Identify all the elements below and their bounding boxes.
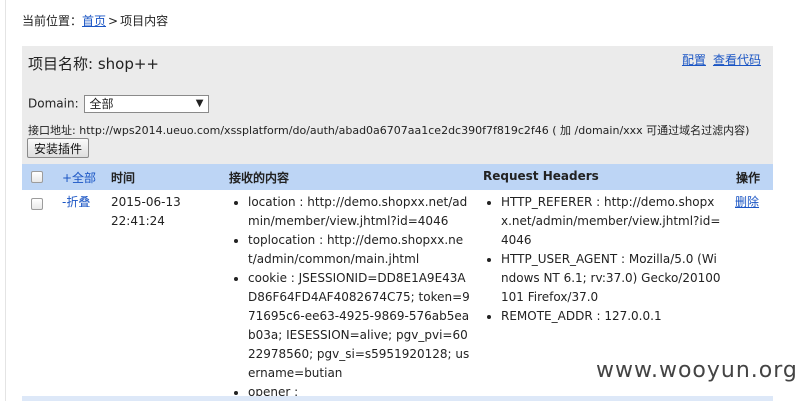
table-header: +全部 时间 接收的内容 Request Headers 操作 xyxy=(22,164,773,190)
api-hint: ( 加 /domain/xxx 可通过域名过滤内容) xyxy=(552,124,750,137)
domain-select[interactable]: 全部 ▼ xyxy=(84,95,210,113)
expand-all-link[interactable]: +全部 xyxy=(62,169,96,186)
domain-label: Domain: xyxy=(28,96,79,111)
left-border xyxy=(5,0,6,401)
domain-selected-value: 全部 xyxy=(89,97,114,111)
header-remote-addr: REMOTE_ADDR : 127.0.0.1 xyxy=(501,307,723,326)
api-url-row: 接口地址: http://wps2014.ueuo.com/xssplatfor… xyxy=(28,122,749,138)
domain-filter: Domain: 全部 ▼ xyxy=(28,95,210,113)
header-time: 时间 xyxy=(111,171,136,185)
breadcrumb-current: 项目内容 xyxy=(120,14,169,28)
breadcrumb-separator: > xyxy=(108,14,119,28)
breadcrumb-home-link[interactable]: 首页 xyxy=(82,14,106,28)
install-plugin-button[interactable]: 安装插件 xyxy=(27,138,90,158)
project-title: 项目名称: shop++ xyxy=(28,55,159,73)
breadcrumb: 当前位置：首页 > 项目内容 xyxy=(22,12,168,29)
content-toplocation: toplocation : http://demo.shopxx.net/adm… xyxy=(248,231,470,269)
breadcrumb-label: 当前位置： xyxy=(22,14,83,28)
row-checkbox[interactable] xyxy=(31,198,43,210)
dropdown-arrow-icon: ▼ xyxy=(195,98,204,109)
watermark: www.wooyun.org xyxy=(596,358,798,383)
view-code-link[interactable]: 查看代码 xyxy=(713,53,761,67)
config-link[interactable]: 配置 xyxy=(682,53,706,67)
project-links: 配置 查看代码 xyxy=(675,51,761,68)
api-url: http://wps2014.ueuo.com/xssplatform/do/a… xyxy=(79,124,549,137)
header-action: 操作 xyxy=(736,171,761,185)
header-referer: HTTP_REFERER : http://demo.shopxx.net/ad… xyxy=(501,193,723,250)
project-panel: 项目名称: shop++ 配置 查看代码 Domain: 全部 ▼ 接口地址: h… xyxy=(22,46,773,164)
content-cookie: cookie : JSESSIONID=DD8E1A9E43AD86F64FD4… xyxy=(248,269,470,383)
select-all-checkbox[interactable] xyxy=(31,171,43,183)
row-request-headers: HTTP_REFERER : http://demo.shopxx.net/ad… xyxy=(485,193,723,326)
collapse-link[interactable]: -折叠 xyxy=(62,193,90,212)
content-list: location : http://demo.shopxx.net/admin/… xyxy=(232,193,470,402)
row-date: 2015-06-13 xyxy=(111,195,181,209)
row-content: location : http://demo.shopxx.net/admin/… xyxy=(232,193,470,402)
header-request-headers: Request Headers xyxy=(483,169,599,183)
next-row-strip xyxy=(22,396,773,401)
header-user-agent: HTTP_USER_AGENT : Mozilla/5.0 (Windows N… xyxy=(501,250,723,307)
content-location: location : http://demo.shopxx.net/admin/… xyxy=(248,193,470,231)
row-timestamp: 2015-06-13 22:41:24 xyxy=(111,193,181,231)
header-content: 接收的内容 xyxy=(229,171,290,185)
headers-list: HTTP_REFERER : http://demo.shopxx.net/ad… xyxy=(485,193,723,326)
delete-link[interactable]: 删除 xyxy=(735,193,759,212)
row-time: 22:41:24 xyxy=(111,214,165,228)
api-label: 接口地址: xyxy=(28,124,76,137)
